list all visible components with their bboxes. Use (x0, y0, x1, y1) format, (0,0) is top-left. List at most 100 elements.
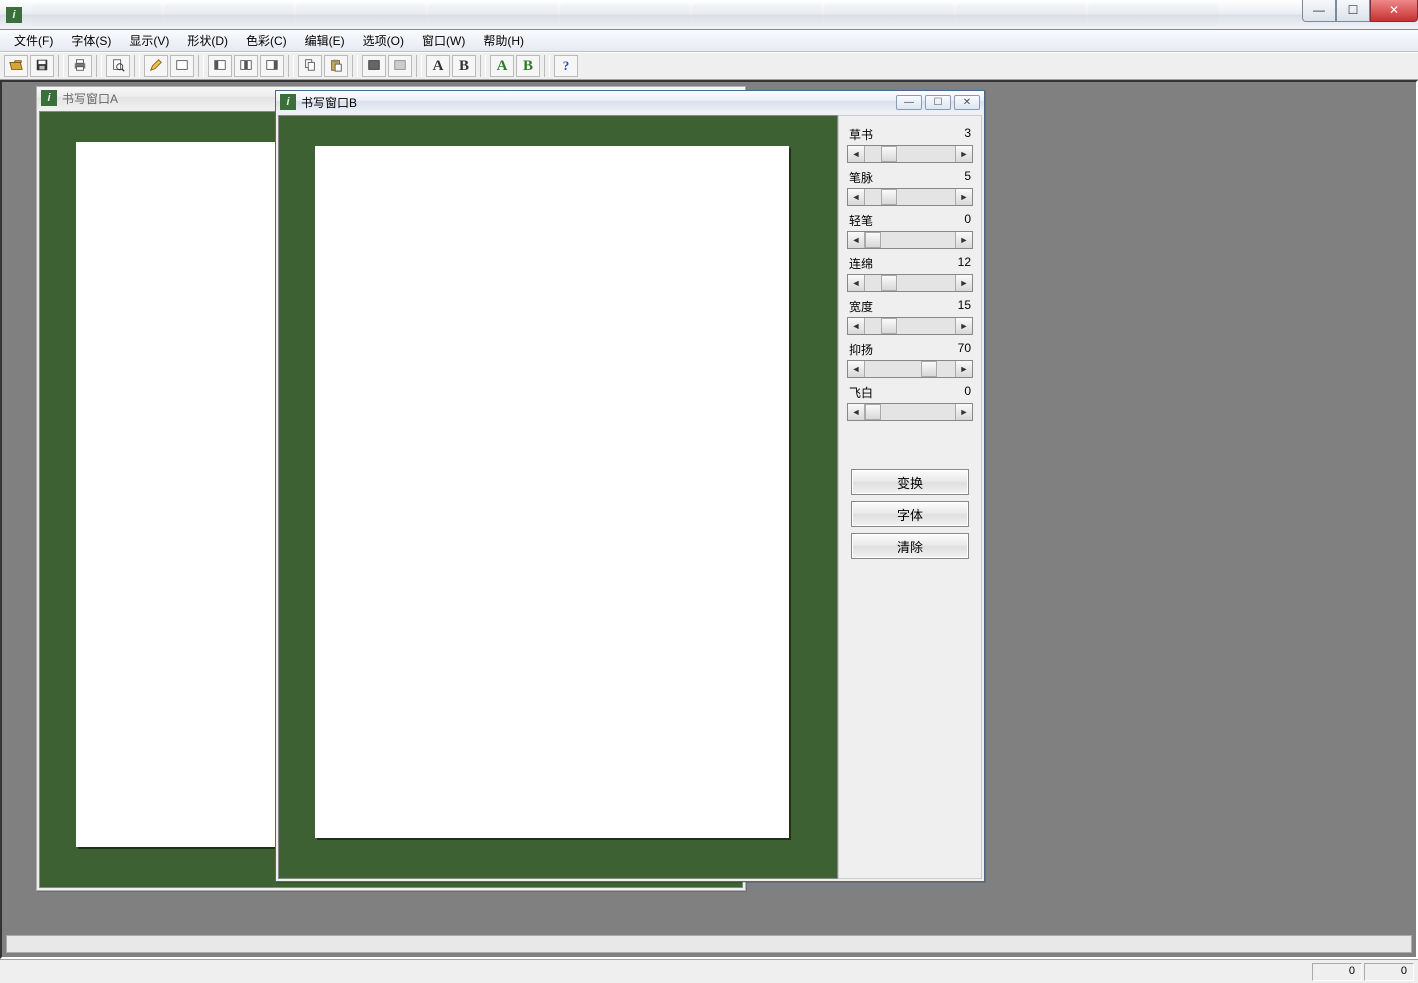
slider-value: 0 (964, 384, 971, 401)
slider-label: 宽度 (849, 298, 873, 315)
color-light-button[interactable] (388, 55, 412, 77)
slider-track[interactable] (865, 275, 955, 291)
slider-scrollbar[interactable]: ◄► (847, 145, 973, 163)
write-window-b[interactable]: i 书写窗口B — ☐ ✕ 草书3◄►笔脉5◄►轻笔0◄►连绵12◄►宽度15◄… (275, 90, 985, 882)
window-b-maximize-button[interactable]: ☐ (925, 95, 951, 110)
slider-thumb[interactable] (881, 189, 897, 205)
slider-3: 连绵12◄► (847, 255, 973, 292)
slider-scrollbar[interactable]: ◄► (847, 317, 973, 335)
slider-track[interactable] (865, 146, 955, 162)
slider-thumb[interactable] (865, 232, 881, 248)
letter-a-black-icon: A (433, 58, 444, 75)
help-button[interactable]: ? (554, 55, 578, 77)
slider-increment-button[interactable]: ► (955, 146, 972, 162)
status-bar: 0 0 (0, 959, 1418, 983)
slider-decrement-button[interactable]: ◄ (848, 189, 865, 205)
menu-file[interactable]: 文件(F) (6, 30, 61, 51)
slider-scrollbar[interactable]: ◄► (847, 274, 973, 292)
menu-view[interactable]: 显示(V) (121, 30, 177, 51)
os-titlebar: i — ☐ ✕ (0, 0, 1418, 30)
slider-decrement-button[interactable]: ◄ (848, 404, 865, 420)
slider-scrollbar[interactable]: ◄► (847, 360, 973, 378)
color-light-icon (393, 58, 407, 75)
slider-label: 飞白 (849, 384, 873, 401)
slider-increment-button[interactable]: ► (955, 361, 972, 377)
style-a-green-button[interactable]: A (490, 55, 514, 77)
slider-increment-button[interactable]: ► (955, 275, 972, 291)
letter-a-green-icon: A (497, 58, 508, 75)
paste-button[interactable] (324, 55, 348, 77)
color-dark-icon (367, 58, 381, 75)
slider-track[interactable] (865, 189, 955, 205)
window-b-paper[interactable] (315, 146, 789, 838)
eraser-button[interactable] (170, 55, 194, 77)
menu-font[interactable]: 字体(S) (63, 30, 119, 51)
clear-button[interactable]: 清除 (851, 533, 969, 559)
slider-label: 草书 (849, 126, 873, 143)
save-icon (35, 58, 49, 75)
slider-thumb[interactable] (881, 318, 897, 334)
os-close-button[interactable]: ✕ (1370, 0, 1418, 22)
slider-label: 轻笔 (849, 212, 873, 229)
style-a-black-button[interactable]: A (426, 55, 450, 77)
window-b-titlebar[interactable]: i 书写窗口B — ☐ ✕ (276, 91, 984, 113)
slider-thumb[interactable] (881, 275, 897, 291)
menu-window[interactable]: 窗口(W) (414, 30, 473, 51)
font-button[interactable]: 字体 (851, 501, 969, 527)
toolbar: A B A B ? (0, 52, 1418, 80)
slider-track[interactable] (865, 232, 955, 248)
slider-track[interactable] (865, 318, 955, 334)
window-b-close-button[interactable]: ✕ (954, 95, 980, 110)
menu-color[interactable]: 色彩(C) (238, 30, 295, 51)
menu-edit[interactable]: 编辑(E) (297, 30, 353, 51)
eraser-icon (175, 58, 189, 75)
panel-right-button[interactable] (260, 55, 284, 77)
panel-left-button[interactable] (208, 55, 232, 77)
mdi-area: i 书写窗口A — ☐ ✕ i 书写窗口B (0, 80, 1418, 959)
slider-value: 5 (964, 169, 971, 186)
print-button[interactable] (68, 55, 92, 77)
pencil-button[interactable] (144, 55, 168, 77)
os-minimize-button[interactable]: — (1302, 0, 1336, 22)
window-b-minimize-button[interactable]: — (896, 95, 922, 110)
slider-decrement-button[interactable]: ◄ (848, 146, 865, 162)
window-a-icon: i (41, 90, 57, 106)
letter-b-black-icon: B (459, 58, 469, 75)
slider-thumb[interactable] (865, 404, 881, 420)
slider-thumb[interactable] (921, 361, 937, 377)
menu-options[interactable]: 选项(O) (355, 30, 412, 51)
slider-track[interactable] (865, 404, 955, 420)
slider-decrement-button[interactable]: ◄ (848, 318, 865, 334)
slider-decrement-button[interactable]: ◄ (848, 232, 865, 248)
os-maximize-button[interactable]: ☐ (1336, 0, 1370, 22)
open-button[interactable] (4, 55, 28, 77)
slider-scrollbar[interactable]: ◄► (847, 188, 973, 206)
slider-decrement-button[interactable]: ◄ (848, 361, 865, 377)
slider-increment-button[interactable]: ► (955, 232, 972, 248)
slider-increment-button[interactable]: ► (955, 404, 972, 420)
slider-6: 飞白0◄► (847, 384, 973, 421)
slider-2: 轻笔0◄► (847, 212, 973, 249)
slider-increment-button[interactable]: ► (955, 189, 972, 205)
copy-button[interactable] (298, 55, 322, 77)
window-b-title: 书写窗口B (301, 94, 357, 111)
print-icon (73, 58, 87, 75)
slider-increment-button[interactable]: ► (955, 318, 972, 334)
slider-thumb[interactable] (881, 146, 897, 162)
slider-decrement-button[interactable]: ◄ (848, 275, 865, 291)
preview-button[interactable] (106, 55, 130, 77)
slider-5: 抑扬70◄► (847, 341, 973, 378)
transform-button[interactable]: 变换 (851, 469, 969, 495)
panel-center-button[interactable] (234, 55, 258, 77)
slider-4: 宽度15◄► (847, 298, 973, 335)
slider-track[interactable] (865, 361, 955, 377)
slider-label: 抑扬 (849, 341, 873, 358)
slider-scrollbar[interactable]: ◄► (847, 231, 973, 249)
style-b-black-button[interactable]: B (452, 55, 476, 77)
menu-shape[interactable]: 形状(D) (179, 30, 236, 51)
style-b-green-button[interactable]: B (516, 55, 540, 77)
menu-help[interactable]: 帮助(H) (475, 30, 532, 51)
save-button[interactable] (30, 55, 54, 77)
color-dark-button[interactable] (362, 55, 386, 77)
slider-scrollbar[interactable]: ◄► (847, 403, 973, 421)
